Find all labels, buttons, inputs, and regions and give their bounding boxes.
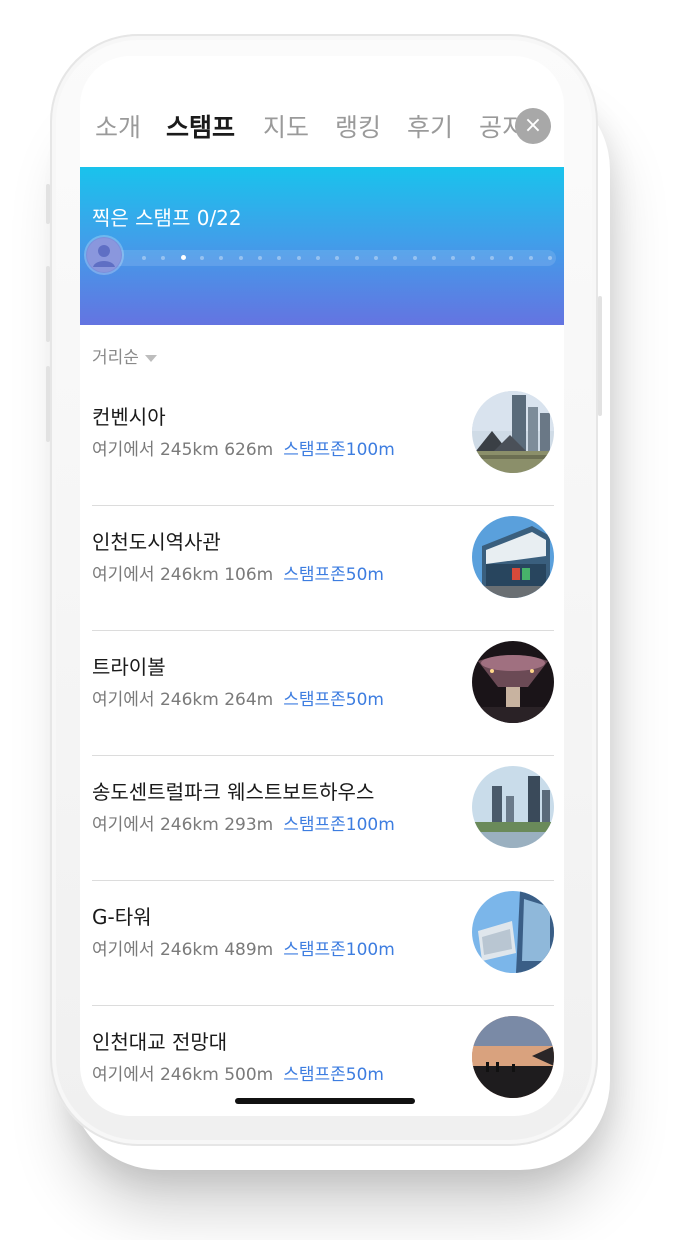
stamp-slot-dot [490,256,494,260]
place-distance: 여기에서 246km 500m [92,1065,274,1085]
place-name: 인천대교 전망대 [92,1030,228,1054]
place-name: G-타워 [92,905,152,929]
stamp-slot-dot [432,256,436,260]
stamp-slot-dot [412,256,417,260]
place-meta: 여기에서 246km 264m 스탬프존50m [92,685,384,710]
stamp-slot-dot [277,256,282,260]
stamp-slot-dot [180,255,186,260]
list-item[interactable]: 송도센트럴파크 웨스트보트하우스 여기에서 246km 293m 스탬프존100m [92,756,554,881]
tab-bar: 소개 스탬프 지도 랭킹 후기 공지 [80,108,564,154]
stamp-slot-dot [238,256,243,260]
tab-map[interactable]: 지도 [263,108,309,148]
place-meta: 여기에서 246km 106m 스탬프존50m [92,560,384,585]
stamp-slot-dot [354,256,359,260]
stamp-progress-banner: 찍은 스탬프 0/22 [80,167,564,325]
home-indicator [235,1098,415,1104]
stamp-zone-radius: 스탬프존100m [283,815,395,835]
stamp-progress-track [88,250,556,266]
place-thumbnail [472,391,554,473]
stamp-slot-dot [296,256,301,260]
power-button [598,296,602,416]
list-item[interactable]: 컨벤시아 여기에서 245km 626m 스탬프존100m [92,381,554,506]
stamp-slot-dot [258,256,262,260]
place-meta: 여기에서 245km 626m 스탬프존100m [92,435,395,460]
place-thumbnail [472,1016,554,1098]
stamp-slot-dot [161,256,166,260]
mute-switch [46,184,50,224]
place-name: 컨벤시아 [92,405,166,429]
stamp-zone-radius: 스탬프존50m [283,565,384,585]
stamp-slot-dot [219,256,224,260]
volume-down-button [46,366,50,442]
stamp-slot-dot [470,256,475,260]
close-icon: × [523,113,543,138]
place-distance: 여기에서 246km 489m [92,940,274,960]
sort-label: 거리순 [92,348,139,368]
stamp-slot-dot [528,256,533,260]
place-thumbnail [472,891,554,973]
tab-reviews[interactable]: 후기 [407,108,453,148]
stamp-zone-radius: 스탬프존100m [283,940,395,960]
stamp-slot-dot [548,256,552,260]
sort-dropdown[interactable]: 거리순 [92,343,157,368]
place-thumbnail [472,516,554,598]
list-item[interactable]: G-타워 여기에서 246km 489m 스탬프존100m [92,881,554,1006]
place-meta: 여기에서 246km 500m 스탬프존50m [92,1060,384,1085]
stamp-zone-radius: 스탬프존50m [283,1065,384,1085]
tab-intro[interactable]: 소개 [95,108,141,148]
place-name: 인천도시역사관 [92,530,221,554]
tab-stamp[interactable]: 스탬프 [166,108,235,148]
list-item[interactable]: 인천도시역사관 여기에서 246km 106m 스탬프존50m [92,506,554,631]
place-distance: 여기에서 246km 106m [92,565,274,585]
chevron-down-icon [144,354,157,362]
tab-ranking[interactable]: 랭킹 [335,108,381,148]
place-meta: 여기에서 246km 489m 스탬프존100m [92,935,395,960]
stamp-slot-dot [451,256,456,260]
stamp-slot-dot [200,256,204,260]
user-avatar-icon [86,237,122,273]
stamp-slot-dot [509,256,514,260]
place-meta: 여기에서 246km 293m 스탬프존100m [92,810,395,835]
stamp-zone-radius: 스탬프존100m [283,440,395,460]
stamp-slot-dot [335,256,340,260]
stamp-zone-radius: 스탬프존50m [283,690,384,710]
close-button[interactable]: × [515,108,551,144]
stamp-count-title: 찍은 스탬프 0/22 [92,206,242,230]
place-name: 트라이볼 [92,655,166,679]
stamp-slot-dot [316,256,320,260]
place-distance: 여기에서 245km 626m [92,440,274,460]
place-name: 송도센트럴파크 웨스트보트하우스 [92,780,375,804]
list-item[interactable]: 트라이볼 여기에서 246km 264m 스탬프존50m [92,631,554,756]
place-thumbnail [472,641,554,723]
stamp-slot-dot [393,256,398,260]
stamp-slot-dot [374,256,378,260]
place-thumbnail [472,766,554,848]
stamp-slot-dot [142,256,146,260]
volume-up-button [46,266,50,342]
place-distance: 여기에서 246km 264m [92,690,274,710]
app-screen: 소개 스탬프 지도 랭킹 후기 공지 × 찍은 스탬프 0/22 거리순 컨벤시… [80,56,564,1116]
place-distance: 여기에서 246km 293m [92,815,274,835]
